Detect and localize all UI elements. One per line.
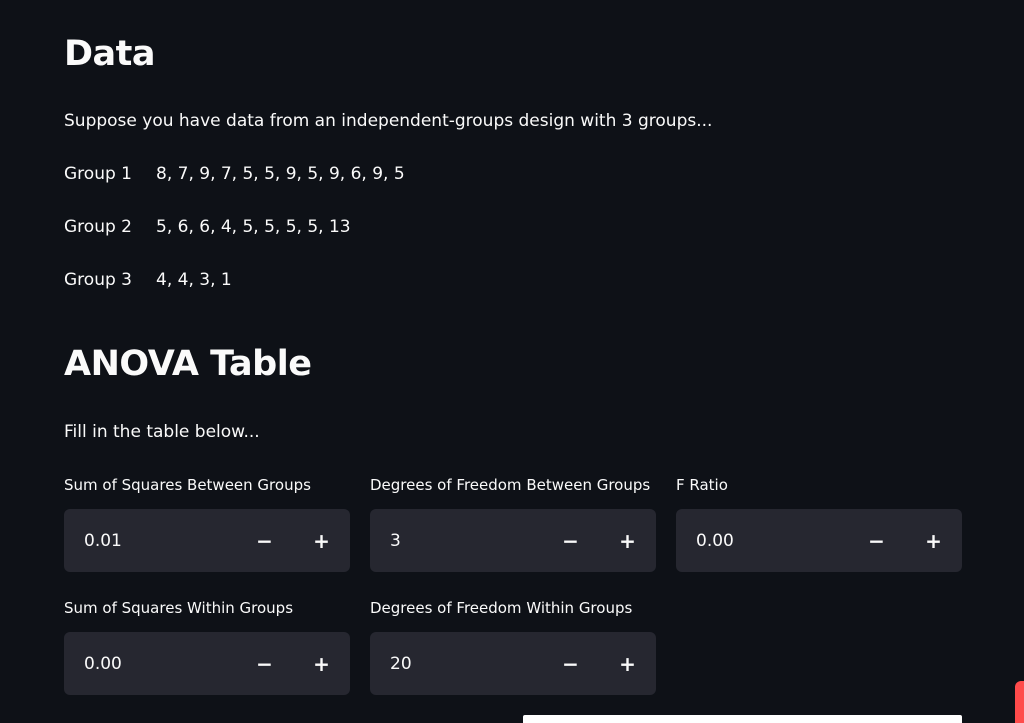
ss-between-decrement-button[interactable]: −: [236, 509, 293, 572]
ss-within-value[interactable]: 0.00: [64, 654, 236, 674]
f-ratio-increment-button[interactable]: +: [905, 509, 962, 572]
data-intro-text: Suppose you have data from an independen…: [64, 111, 713, 131]
f-ratio-decrement-button[interactable]: −: [848, 509, 905, 572]
df-within-increment-button[interactable]: +: [599, 632, 656, 695]
group-label: Group 1: [64, 164, 132, 184]
ss-between-label: Sum of Squares Between Groups: [64, 476, 311, 494]
df-within-input[interactable]: 20 − +: [370, 632, 656, 695]
group-label: Group 3: [64, 270, 132, 290]
group-values: 5, 6, 6, 4, 5, 5, 5, 5, 13: [156, 217, 351, 237]
ss-within-increment-button[interactable]: +: [293, 632, 350, 695]
ss-between-increment-button[interactable]: +: [293, 509, 350, 572]
df-between-input[interactable]: 3 − +: [370, 509, 656, 572]
df-within-label: Degrees of Freedom Within Groups: [370, 599, 633, 617]
f-ratio-value[interactable]: 0.00: [676, 531, 848, 551]
df-within-value[interactable]: 20: [370, 654, 542, 674]
df-between-label: Degrees of Freedom Between Groups: [370, 476, 651, 494]
app-page: Data Suppose you have data from an indep…: [0, 0, 1024, 723]
group-values: 8, 7, 9, 7, 5, 5, 9, 5, 9, 6, 9, 5: [156, 164, 405, 184]
df-within-decrement-button[interactable]: −: [542, 632, 599, 695]
df-between-increment-button[interactable]: +: [599, 509, 656, 572]
group-label: Group 2: [64, 217, 132, 237]
f-ratio-input[interactable]: 0.00 − +: [676, 509, 962, 572]
data-heading: Data: [64, 34, 156, 74]
ss-within-input[interactable]: 0.00 − +: [64, 632, 350, 695]
df-between-decrement-button[interactable]: −: [542, 509, 599, 572]
f-ratio-label: F Ratio: [676, 476, 728, 494]
ss-within-decrement-button[interactable]: −: [236, 632, 293, 695]
df-between-value[interactable]: 3: [370, 531, 542, 551]
group-values: 4, 4, 3, 1: [156, 270, 232, 290]
partial-red-tab[interactable]: [1015, 681, 1024, 723]
ss-within-label: Sum of Squares Within Groups: [64, 599, 294, 617]
anova-heading: ANOVA Table: [64, 344, 312, 384]
partial-white-panel: [523, 715, 962, 723]
ss-between-value[interactable]: 0.01: [64, 531, 236, 551]
anova-instructions: Fill in the table below...: [64, 422, 260, 442]
ss-between-input[interactable]: 0.01 − +: [64, 509, 350, 572]
